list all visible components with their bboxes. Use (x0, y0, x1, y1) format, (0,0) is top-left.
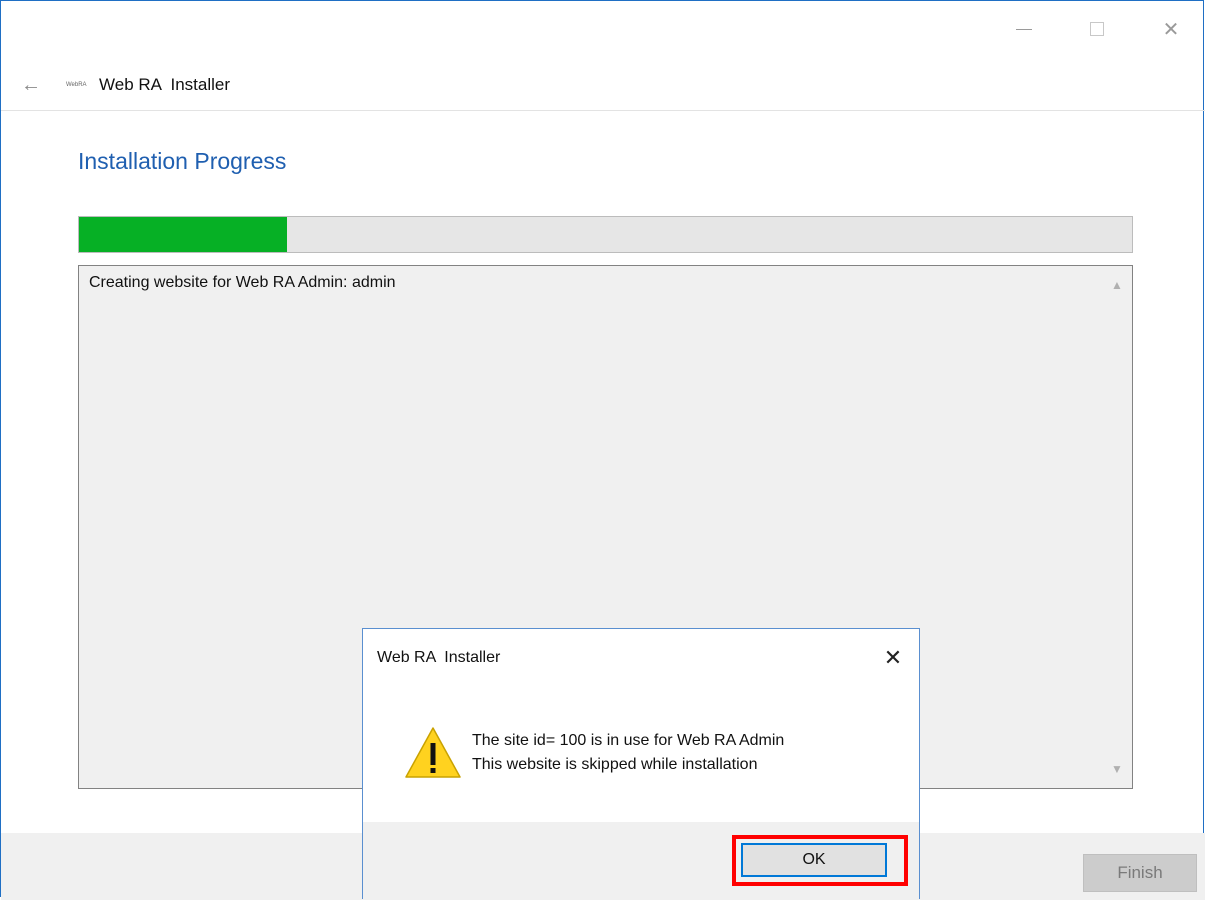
maximize-button[interactable] (1074, 13, 1120, 45)
dialog-message: The site id= 100 is in use for Web RA Ad… (472, 729, 784, 777)
chevron-down-icon: ▼ (1111, 762, 1123, 776)
dialog-footer: OK (363, 822, 919, 900)
warning-dialog: Web RA Installer ✕ The site id= 100 is i… (362, 628, 920, 900)
log-text: Creating website for Web RA Admin: admin (89, 274, 396, 291)
scroll-down-button[interactable]: ▼ (1102, 754, 1132, 784)
back-button[interactable]: ← (19, 73, 43, 97)
app-logo: WebRA (66, 82, 87, 88)
warning-icon (405, 727, 461, 778)
maximize-icon (1090, 22, 1104, 36)
progress-bar (78, 216, 1133, 253)
dialog-title: Web RA Installer (377, 649, 501, 666)
dialog-message-line2: This website is skipped while installati… (472, 756, 758, 773)
scroll-up-button[interactable]: ▲ (1102, 270, 1132, 300)
dialog-message-line1: The site id= 100 is in use for Web RA Ad… (472, 732, 785, 749)
window-close-button[interactable]: ✕ (1148, 13, 1194, 45)
chevron-up-icon: ▲ (1111, 278, 1123, 292)
progress-fill (79, 217, 288, 252)
finish-button[interactable]: Finish (1083, 854, 1197, 892)
header-bar: ← WebRA Web RA Installer (1, 61, 1205, 111)
close-icon: ✕ (883, 645, 903, 670)
close-icon: ✕ (1162, 18, 1180, 41)
page-heading: Installation Progress (78, 148, 287, 174)
back-arrow-icon: ← (21, 73, 41, 96)
minimize-button[interactable] (1001, 13, 1047, 45)
log-scrollbar[interactable]: ▲ ▼ (1102, 266, 1132, 788)
ok-button[interactable]: OK (741, 843, 887, 877)
dialog-close-button[interactable]: ✕ (878, 643, 908, 673)
window-title: Web RA Installer (99, 75, 231, 94)
minimize-icon (1016, 28, 1032, 30)
